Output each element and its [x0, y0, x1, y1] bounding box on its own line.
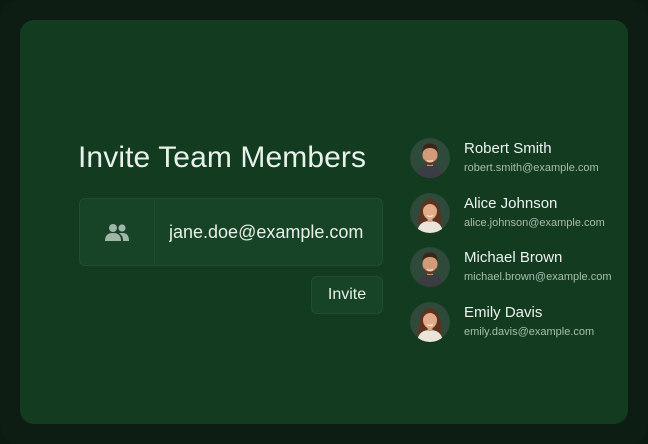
- email-input[interactable]: [155, 199, 381, 265]
- list-item[interactable]: Emily Davis emily.davis@example.com: [410, 300, 620, 344]
- member-name: Alice Johnson: [464, 195, 558, 212]
- email-input-group: [79, 198, 383, 266]
- avatar-male: [410, 138, 450, 178]
- list-item[interactable]: Alice Johnson alice.johnson@example.com: [410, 191, 620, 235]
- member-name: Robert Smith: [464, 140, 552, 157]
- member-email: michael.brown@example.com: [464, 271, 612, 283]
- list-item[interactable]: Michael Brown michael.brown@example.com: [410, 245, 620, 289]
- page-title: Invite Team Members: [78, 141, 367, 174]
- avatar-female: [410, 302, 450, 342]
- list-item[interactable]: Robert Smith robert.smith@example.com: [410, 136, 620, 180]
- avatar-male: [410, 247, 450, 287]
- member-name: Michael Brown: [464, 249, 563, 266]
- users-icon: [104, 222, 130, 242]
- input-icon-box: [80, 199, 155, 265]
- member-email: alice.johnson@example.com: [464, 217, 605, 229]
- app-frame: Invite Team Members Invite: [0, 0, 648, 444]
- avatar-female: [410, 193, 450, 233]
- member-email: emily.davis@example.com: [464, 326, 595, 338]
- member-email: robert.smith@example.com: [464, 162, 599, 174]
- member-name: Emily Davis: [464, 304, 543, 321]
- invite-button[interactable]: Invite: [311, 276, 383, 314]
